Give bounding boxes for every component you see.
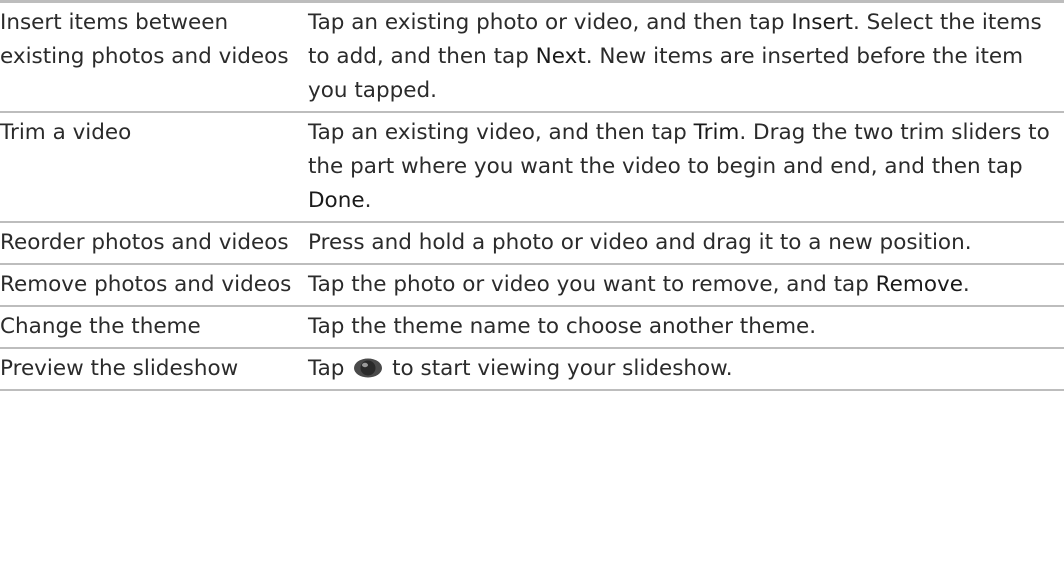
- description-cell: Tap the photo or video you want to remov…: [308, 264, 1064, 306]
- description-cell: Tap the theme name to choose another the…: [308, 306, 1064, 348]
- feature-cell: Change the theme: [0, 314, 201, 339]
- table-row: Preview the slideshow Tap to start viewin…: [0, 348, 1064, 390]
- feature-cell: Preview the slideshow: [0, 356, 239, 381]
- description-text: Tap: [308, 356, 352, 381]
- description-cell: Tap to start viewing your slideshow.: [308, 348, 1064, 390]
- eye-icon: [353, 356, 383, 378]
- description-text: Tap an existing video, and then tap: [308, 120, 694, 145]
- feature-cell: Reorder photos and videos: [0, 230, 289, 255]
- description-cell: Tap an existing video, and then tap Trim…: [308, 112, 1064, 222]
- table-row: Change the theme Tap the theme name to ch…: [0, 306, 1064, 348]
- feature-cell: Insert items between existing photos and…: [0, 10, 289, 69]
- feature-cell: Remove photos and videos: [0, 272, 292, 297]
- description-cell: Press and hold a photo or video and drag…: [308, 222, 1064, 264]
- table-row: Reorder photos and videos Press and hold …: [0, 222, 1064, 264]
- feature-cell: Trim a video: [0, 120, 132, 145]
- feature-table-body: Insert items between existing photos and…: [0, 1, 1064, 390]
- ui-keyword: Done: [308, 188, 365, 213]
- description-text: to start viewing your slideshow.: [385, 356, 733, 381]
- table-row: Insert items between existing photos and…: [0, 1, 1064, 113]
- ui-keyword: Insert: [791, 10, 853, 35]
- description-text: Tap the theme name to choose another the…: [308, 314, 817, 339]
- table-row: Remove photos and videos Tap the photo or…: [0, 264, 1064, 306]
- ui-keyword: Trim: [693, 120, 740, 145]
- feature-table: Insert items between existing photos and…: [0, 0, 1064, 391]
- ui-keyword: Next: [535, 44, 586, 69]
- description-text: Press and hold a photo or video and drag…: [308, 230, 972, 255]
- feature-table-container: Insert items between existing photos and…: [0, 0, 1064, 391]
- table-row: Trim a video Tap an existing video, and t…: [0, 112, 1064, 222]
- description-cell: Tap an existing photo or video, and then…: [308, 2, 1064, 113]
- description-text: Tap an existing photo or video, and then…: [308, 10, 792, 35]
- description-text: .: [364, 188, 372, 213]
- description-text: .: [962, 272, 970, 297]
- description-text: Tap the photo or video you want to remov…: [308, 272, 876, 297]
- ui-keyword: Remove: [875, 272, 963, 297]
